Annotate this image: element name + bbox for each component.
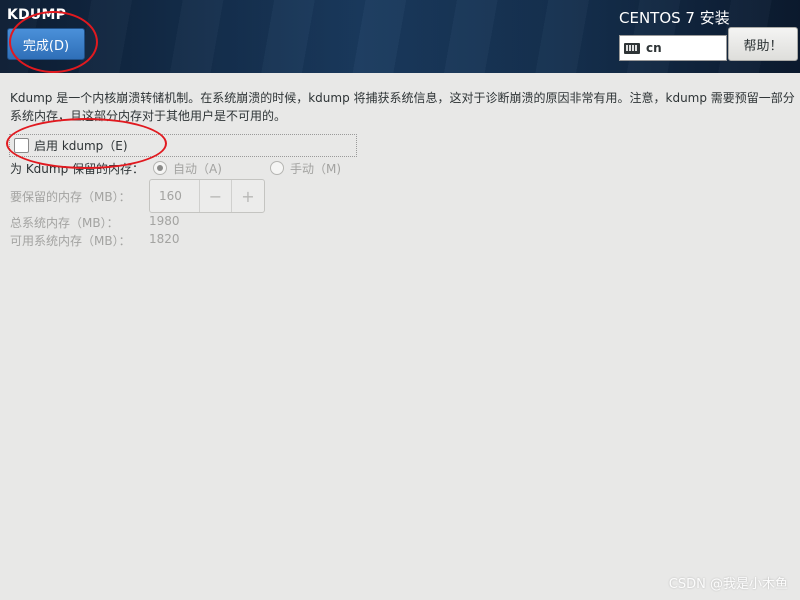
decrement-button[interactable]: − — [200, 180, 232, 212]
done-button[interactable]: 完成(D) — [7, 28, 85, 60]
keyboard-layout-indicator[interactable]: cn — [619, 35, 727, 61]
manual-radio-label[interactable]: 手动（M) — [290, 160, 341, 177]
enable-kdump-label[interactable]: 启用 kdump（E) — [34, 137, 128, 154]
reserve-memory-label: 为 Kdump 保留的内存： — [10, 162, 145, 176]
auto-radio[interactable] — [153, 161, 167, 175]
spoke-title: KDUMP — [7, 7, 67, 23]
auto-radio-label[interactable]: 自动（A) — [173, 160, 222, 177]
keyboard-icon — [624, 42, 640, 54]
kdump-description: Kdump 是一个内核崩溃转储机制。在系统崩溃的时候，kdump 将捕获系统信息… — [10, 91, 795, 123]
increment-button[interactable]: + — [232, 180, 264, 212]
help-button[interactable]: 帮助！ — [728, 27, 798, 61]
total-memory-value: 1980 — [149, 214, 180, 228]
memory-to-reserve-label: 要保留的内存（MB）： — [10, 190, 131, 204]
keyboard-layout-label: cn — [646, 41, 662, 55]
available-memory-label: 可用系统内存（MB）： — [10, 234, 131, 248]
enable-kdump-checkbox[interactable] — [14, 138, 29, 153]
watermark: CSDN @我是小木鱼 — [668, 577, 788, 592]
memory-spinbox-value[interactable]: 160 — [150, 180, 200, 212]
memory-spinbox[interactable]: 160 − + — [149, 179, 265, 213]
product-title: CENTOS 7 安装 — [619, 9, 730, 27]
total-memory-label: 总系统内存（MB）： — [10, 216, 119, 230]
manual-radio[interactable] — [270, 161, 284, 175]
available-memory-value: 1820 — [149, 232, 180, 246]
